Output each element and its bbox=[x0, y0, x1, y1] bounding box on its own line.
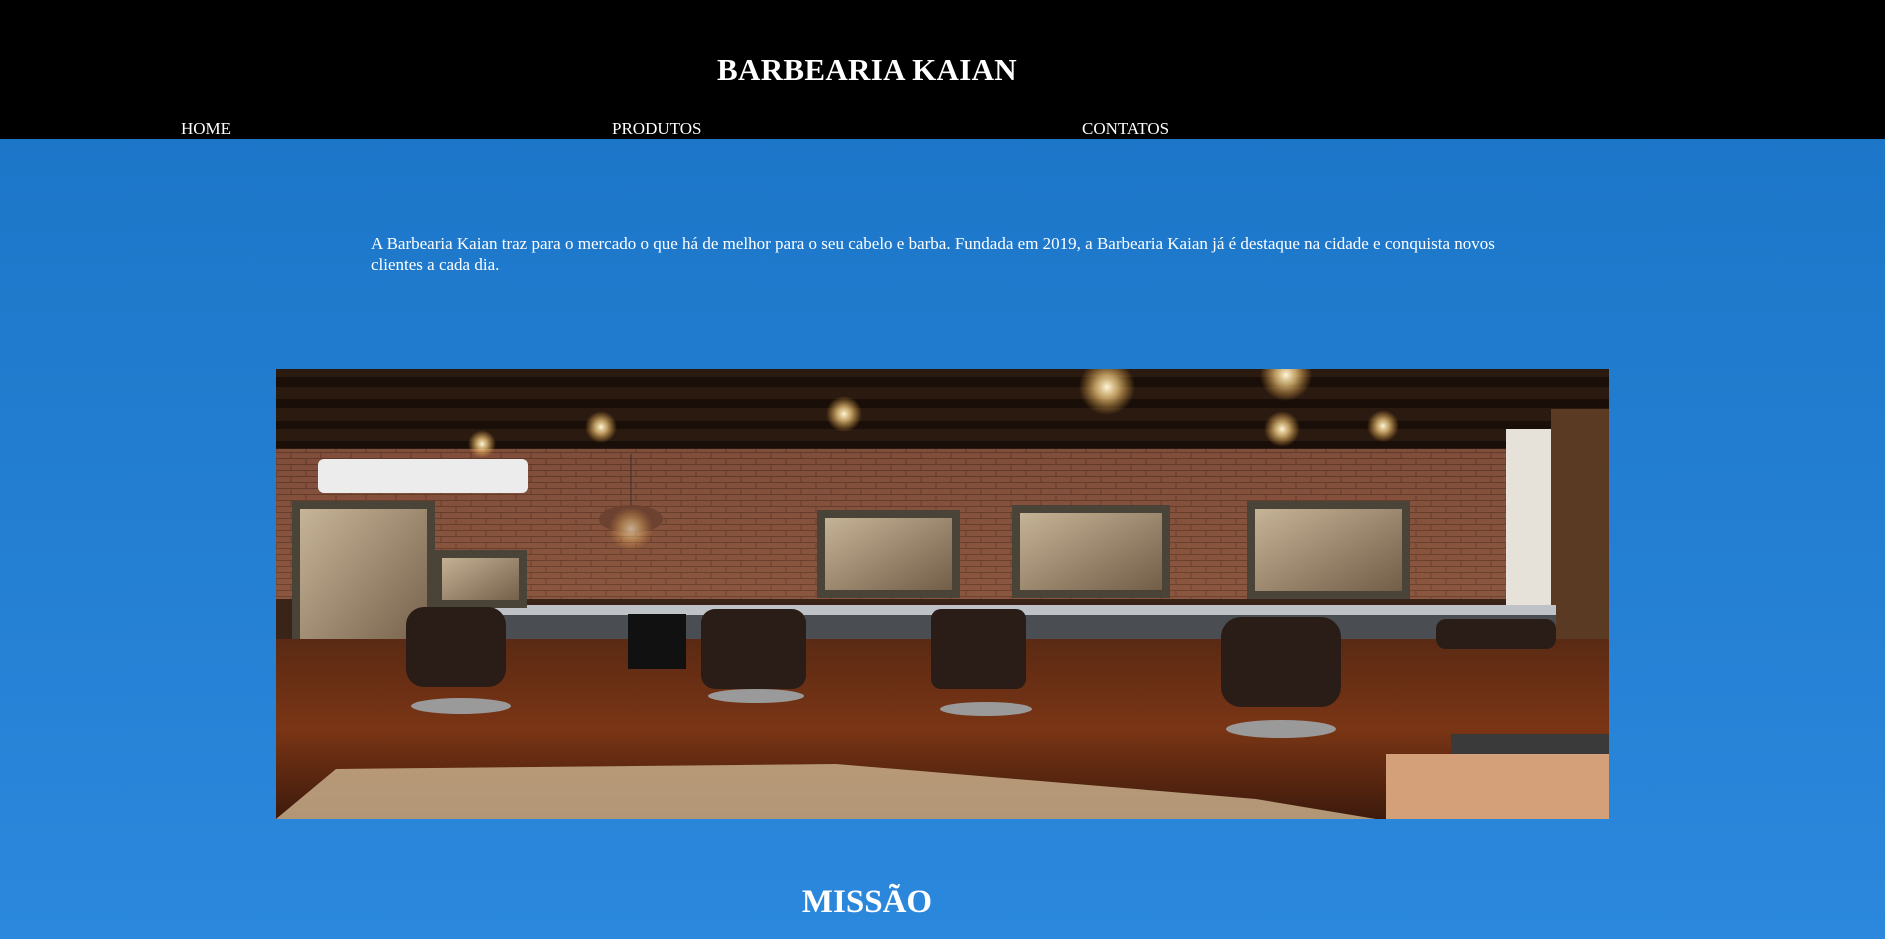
nav-link-produtos[interactable]: PRODUTOS bbox=[612, 119, 701, 139]
site-header: BARBEARIA KAIAN HOME PRODUTOS CONTATOS bbox=[0, 0, 1885, 139]
brand-title: BARBEARIA KAIAN bbox=[717, 52, 1017, 87]
nav-link-contatos[interactable]: CONTATOS bbox=[1082, 119, 1169, 139]
section-heading-missao: MISSÃO bbox=[801, 884, 933, 920]
intro-paragraph: A Barbearia Kaian traz para o mercado o … bbox=[371, 234, 1495, 274]
nav-link-home[interactable]: HOME bbox=[181, 119, 231, 139]
barbershop-interior-photo bbox=[276, 369, 1609, 819]
